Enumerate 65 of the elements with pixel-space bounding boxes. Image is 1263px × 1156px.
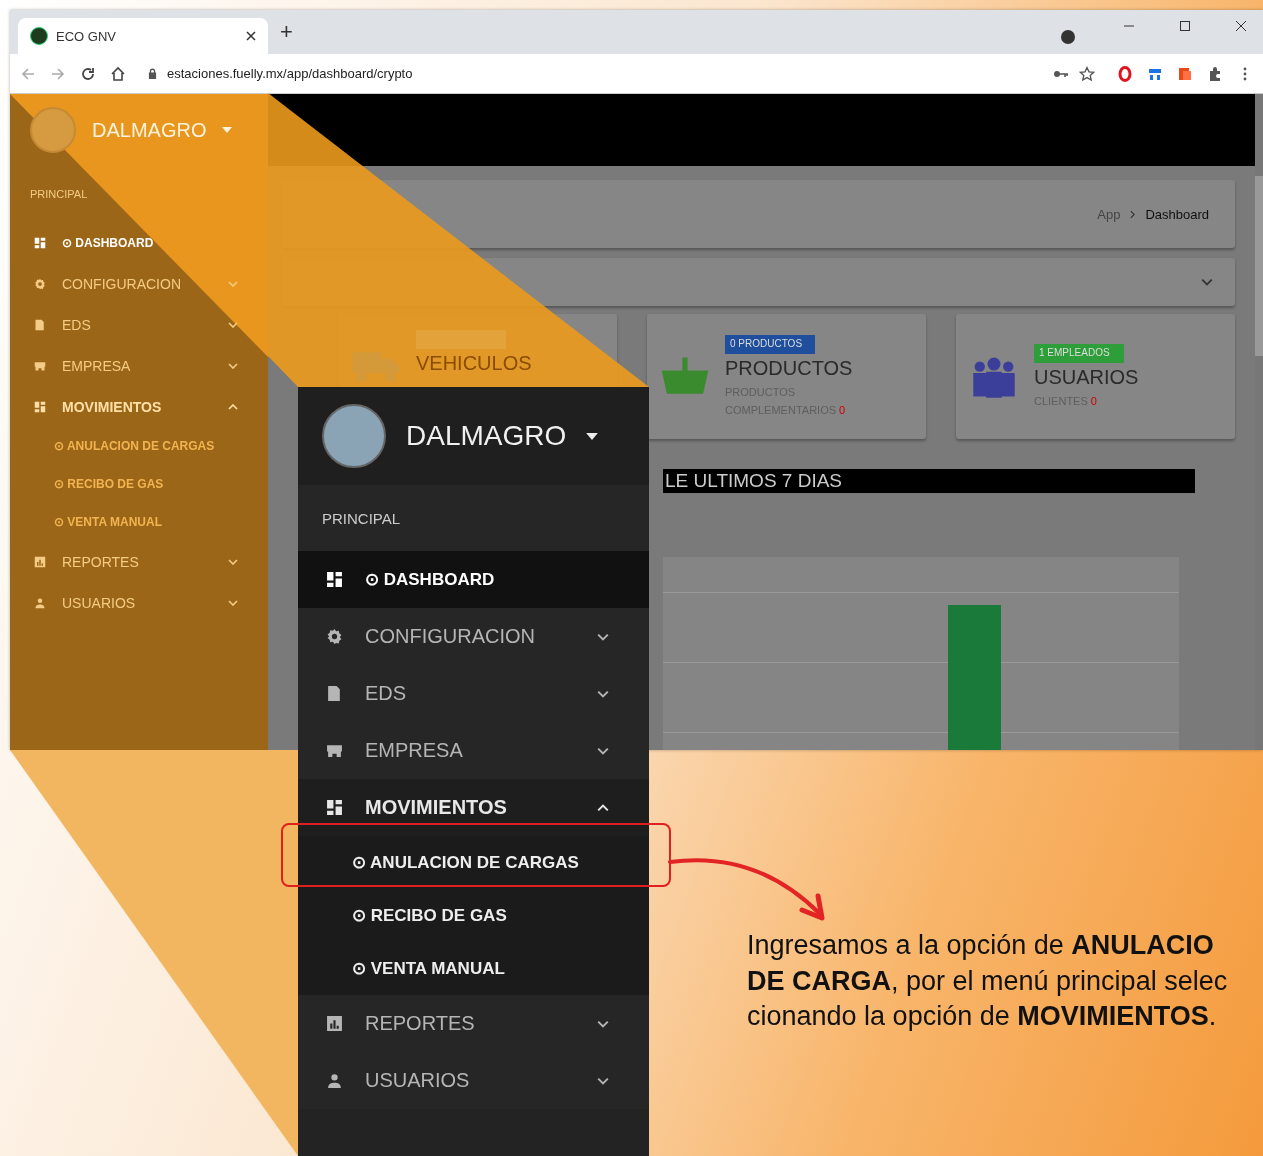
close-icon[interactable] — [246, 31, 256, 41]
menu-item[interactable]: MOVIMIENTOS — [10, 386, 268, 427]
menu-item-label: ⊙ DASHBOARD — [62, 235, 155, 250]
star-icon[interactable] — [1079, 65, 1095, 82]
dashboard-grid-icon — [326, 799, 343, 816]
submenu-item[interactable]: ⊙ RECIBO DE GAS — [298, 889, 649, 942]
menu-item-label: REPORTES — [62, 553, 140, 570]
section-label: PRINCIPAL — [30, 188, 88, 200]
chevron-down-icon[interactable] — [1201, 278, 1213, 286]
breadcrumb-link[interactable]: Dashboard — [1145, 206, 1209, 222]
gear-icon — [34, 277, 46, 290]
address-bar[interactable]: estaciones.fuelly.mx/app/dashboard/crypto — [140, 65, 1103, 82]
card-title: PRODUCTOS — [725, 356, 853, 380]
instruction-text: Ingresamos a la opción de ANULACIO DE CARGA, por el menú principal selec cionando la opción de MOVIMIENTOS. — [747, 929, 1228, 1033]
gear-icon — [326, 628, 343, 645]
caret-icon[interactable] — [586, 432, 599, 440]
menu-item[interactable]: ⊙ DASHBOARD — [10, 222, 268, 263]
globe-icon — [30, 27, 48, 45]
menu-item-label: USUARIOS — [365, 1069, 471, 1092]
user-name[interactable]: DALMAGRO — [406, 420, 567, 452]
menu-item-label: MOVIMIENTOS — [62, 398, 163, 415]
menu-item-label: EDS — [62, 316, 92, 333]
store-icon — [326, 742, 343, 759]
count-badge: 1 EMPLEADOS — [1034, 343, 1124, 363]
section-label: PRINCIPAL — [322, 509, 401, 527]
menu-item-label: CONFIGURACION — [365, 625, 536, 648]
person-icon — [326, 1072, 343, 1089]
dashboard-grid-icon — [326, 571, 343, 588]
menu-item-label: MOVIMIENTOS — [365, 796, 508, 819]
browser-tab[interactable]: ECO GNV — [18, 18, 268, 54]
menu-item-label: CONFIGURACION — [62, 275, 182, 292]
url-text: estaciones.fuelly.mx/app/dashboard/crypto — [167, 66, 413, 81]
document-icon — [326, 685, 343, 702]
chart-title: LE ULTIMOS 7 DIAS — [665, 470, 843, 492]
card-title: VEHICULOS — [416, 352, 532, 375]
card-title: USUARIOS — [1034, 365, 1139, 389]
dashboard-grid-icon — [34, 236, 46, 249]
maximize-icon[interactable] — [1179, 20, 1191, 32]
menu-item[interactable]: ⊙ DASHBOARD — [298, 551, 649, 608]
dashboard-grid-icon — [34, 400, 46, 413]
new-tab-button[interactable]: + — [280, 21, 293, 43]
submenu-item[interactable]: ⊙ VENTA MANUAL — [298, 942, 649, 995]
extension-icon[interactable] — [1177, 65, 1193, 82]
lock-icon — [148, 68, 157, 79]
document-icon — [34, 318, 46, 331]
close-icon[interactable] — [1235, 20, 1247, 32]
menu-item-label: ⊙ DASHBOARD — [365, 569, 496, 590]
store-icon — [34, 359, 46, 372]
menu-item-label: EDS — [365, 682, 408, 705]
reload-icon[interactable] — [80, 65, 96, 82]
submenu-item[interactable]: ⊙ ANULACION DE CARGAS — [298, 836, 649, 889]
person-icon — [34, 596, 46, 609]
menu-item-label: EMPRESA — [62, 357, 132, 374]
chevron-right-icon — [1130, 209, 1136, 219]
menu-item[interactable]: MOVIMIENTOS — [298, 779, 649, 836]
profile-icon[interactable] — [1061, 30, 1075, 44]
menu-item-label: EMPRESA — [365, 739, 464, 762]
bar-chart-icon — [326, 1015, 343, 1032]
home-icon[interactable] — [110, 65, 126, 82]
bar-chart-icon — [34, 555, 46, 568]
puzzle-icon[interactable] — [1207, 65, 1223, 82]
count-badge: 0 PRODUCTOS — [725, 334, 815, 354]
ring-icon[interactable] — [1117, 65, 1133, 82]
menu-item-label: REPORTES — [365, 1012, 476, 1035]
menu-item-label: USUARIOS — [62, 594, 137, 611]
